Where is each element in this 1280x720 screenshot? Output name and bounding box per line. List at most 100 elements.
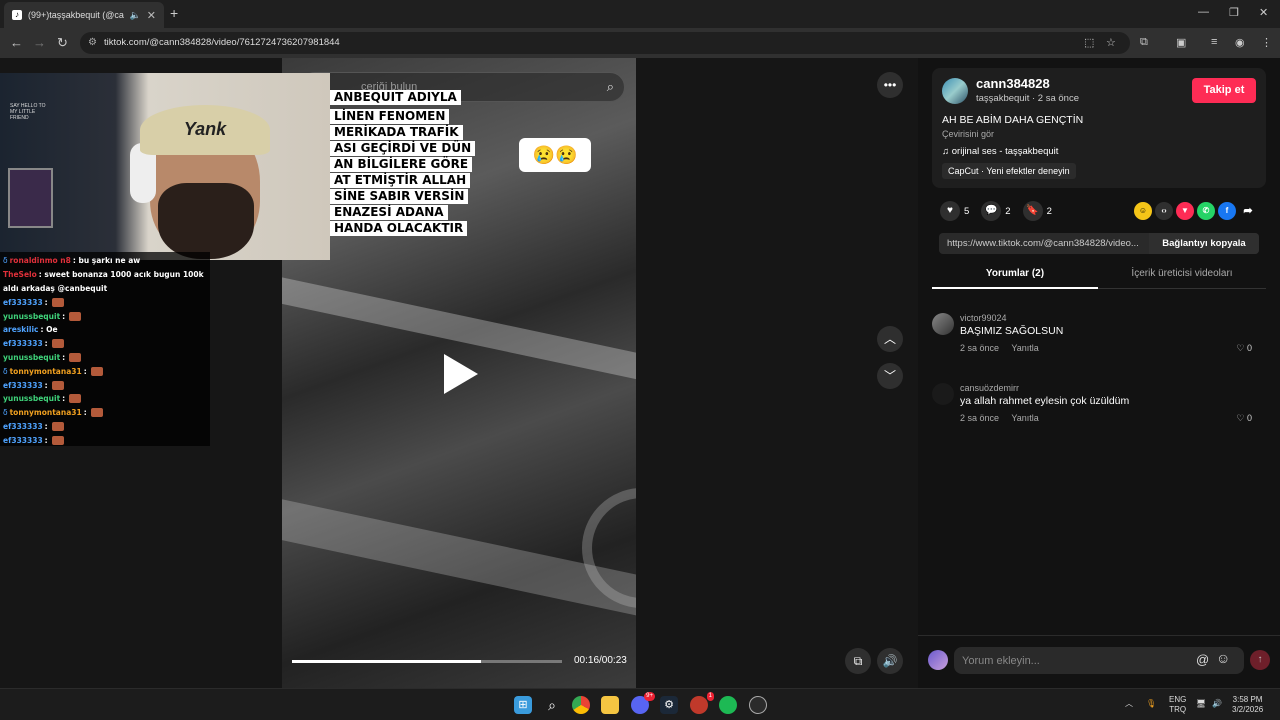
reload-icon[interactable]: ↻ [57,35,68,51]
reply-link[interactable]: Yanıtla [1011,343,1038,353]
save-action[interactable]: 🔖 2 [1022,201,1052,221]
chat-text: : sweet bonanza 1000 acık bugun 100k [38,270,204,280]
chat-emote-icon [51,421,64,431]
chrome-icon[interactable] [572,696,590,714]
chat-message: yunussbequit: [3,309,207,323]
close-window-button[interactable]: ✕ [1259,6,1268,19]
url-field[interactable]: ⚙ tiktok.com/@cann384828/video/761272473… [80,32,1130,54]
coin-icon[interactable]: ☺ [1134,202,1152,220]
previous-video-icon[interactable]: ︿ [877,326,903,352]
microphone-icon[interactable]: 🎙 [1146,699,1156,709]
floating-player-icon[interactable]: ⧉ [845,648,871,674]
streamer-cap: Yank [140,105,270,155]
tray-chevron-icon[interactable]: ︿ [1125,699,1133,709]
clock-time: 3:58 PM [1232,695,1263,704]
video-caption-line: ASI GEÇİRDİ VE DÜN [330,141,476,156]
send-icon[interactable]: ▼ [1176,202,1194,220]
see-translation-link[interactable]: Çevirisini gör [942,129,994,139]
commenter-name[interactable]: cansuözdemirr [960,383,1019,393]
chat-text: : [44,339,48,349]
share-arrow-icon[interactable]: ➦ [1239,202,1257,220]
search-icon[interactable]: ⌕ [543,696,561,714]
tab-creator-videos[interactable]: İçerik üreticisi videoları [1098,263,1266,289]
language-indicator[interactable]: ENG TRQ [1169,695,1186,715]
split-view-icon[interactable]: ▣ [1176,36,1186,49]
extensions-icon[interactable]: ⧉ [1140,36,1148,49]
search-icon[interactable]: ⌕ [607,73,614,101]
heart-icon[interactable]: ♥ [940,201,960,221]
author-avatar[interactable] [942,78,968,104]
facebook-icon[interactable]: f [1218,202,1236,220]
chat-badge-icon: δ [3,366,8,376]
chat-text: : bu şarkı ne aw [72,256,141,266]
video-progress-bar[interactable] [292,660,562,663]
mention-icon[interactable]: @ [1196,652,1209,667]
media-control-icon[interactable]: ≡ [1211,36,1217,48]
restore-button[interactable]: ❐ [1229,6,1239,19]
video-caption-line: ANBEQUIT ADIYLA [330,90,461,105]
chat-message: yunussbequit: [3,351,207,365]
comment-meta: 2 sa önce Yanıtla [960,413,1049,423]
forward-icon[interactable]: → [33,35,46,50]
discord-icon[interactable]: 9+ [631,692,655,714]
like-action[interactable]: ♥ 5 [940,201,969,221]
chat-emote-icon [90,408,103,418]
next-video-icon[interactable]: ﹀ [877,363,903,389]
commenter-name[interactable]: victor99024 [960,313,1007,323]
bookmark-icon[interactable]: 🔖 [1022,201,1043,221]
comment-like-button[interactable]: ♡ 0 [1236,413,1252,424]
speaker-icon[interactable]: 🔊 [1212,699,1222,709]
video-caption-line: MERİKADA TRAFİK [330,125,463,140]
comment-action[interactable]: 💬 2 [981,201,1011,221]
author-username[interactable]: cann384828 [976,76,1050,91]
tab-close-icon[interactable]: ✕ [147,9,156,22]
spotify-icon[interactable] [719,696,737,714]
post-description: AH BE ABİM DAHA GENÇTİN [942,114,1084,126]
share-link-row: https://www.tiktok.com/@cann384828/video… [939,233,1259,254]
send-comment-icon[interactable]: ↑ [1250,650,1270,670]
new-tab-button[interactable]: + [170,5,178,21]
video-caption-line: AT ETMİŞTİR ALLAH [330,173,471,188]
whatsapp-icon[interactable]: ✆ [1197,202,1215,220]
reply-link[interactable]: Yanıtla [1011,413,1038,423]
comment-icon[interactable]: 💬 [981,201,1002,221]
capcut-link[interactable]: CapCut · Yeni efektler deneyin [942,163,1076,179]
more-options-icon[interactable]: ••• [877,72,903,98]
obs-icon[interactable] [749,696,767,714]
follow-button[interactable]: Takip et [1192,78,1256,103]
play-icon[interactable] [444,354,478,394]
embed-icon[interactable]: ‹› [1155,202,1173,220]
commenter-avatar[interactable] [932,383,954,405]
tab-comments[interactable]: Yorumlar (2) [932,263,1098,289]
back-icon[interactable]: ← [10,35,23,50]
chat-message: ef333333: [3,433,207,447]
comment-like-button[interactable]: ♡ 0 [1236,343,1252,354]
install-app-icon[interactable]: ⬚ [1084,36,1094,49]
minimize-button[interactable]: — [1198,6,1209,18]
volume-icon[interactable]: 🔊 [877,648,903,674]
commenter-avatar[interactable] [932,313,954,335]
emoji-icon[interactable]: ☺ [1216,650,1230,666]
windows-start-icon[interactable]: ⊞ [514,696,532,714]
chat-username: yunussbequit [3,352,61,362]
author-subline: taşşakbequit · 2 sa önce [976,93,1079,104]
steam-icon[interactable]: ⚙ [660,696,678,714]
chat-message: δ ronaldinmo n8: bu şarkı ne aw [3,254,207,268]
share-buttons: ☺ ‹› ▼ ✆ f ➦ [1134,202,1257,220]
crying-emoji-sticker: 😢😢 [519,138,591,172]
site-info-icon[interactable]: ⚙ [88,32,97,54]
music-link[interactable]: ♫ orijinal ses - taşşakbequit [942,146,1058,157]
file-explorer-icon[interactable] [601,696,619,714]
bookmark-star-icon[interactable]: ☆ [1106,36,1116,49]
game-app-icon[interactable]: 1 [690,692,714,714]
chat-emote-icon [69,311,82,321]
browser-menu-icon[interactable]: ⋮ [1261,36,1272,49]
network-icon[interactable]: 🖥 [1196,699,1206,709]
tab-audio-icon[interactable]: 🔈 [130,10,141,21]
profile-avatar-icon[interactable]: ◉ [1235,36,1245,49]
browser-tab[interactable]: ♪ (99+)taşşakbequit (@cann3 🔈 ✕ [4,2,164,28]
copy-link-button[interactable]: Bağlantıyı kopyala [1149,233,1259,254]
video-caption-line: LİNEN FENOMEN [330,109,450,124]
chat-username: TheSelo [3,270,37,280]
clock[interactable]: 3:58 PM 3/2/2026 [1232,695,1263,715]
